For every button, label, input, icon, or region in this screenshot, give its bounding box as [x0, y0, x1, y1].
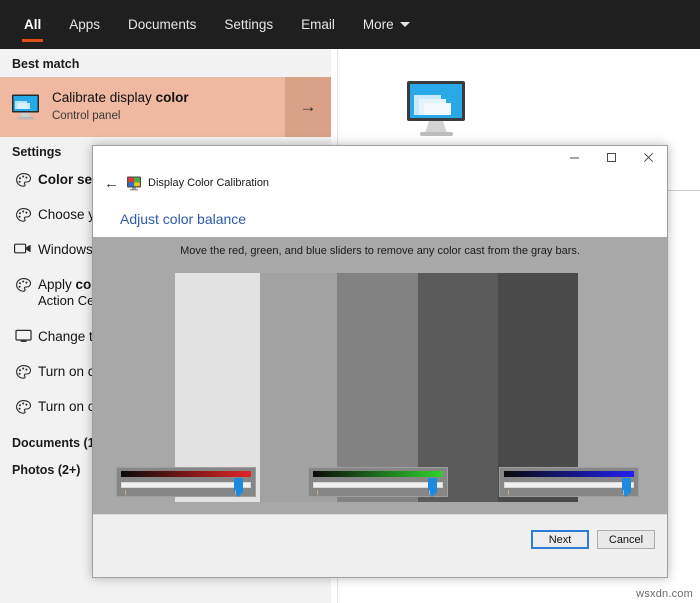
nav-tab-more[interactable]: More: [349, 0, 424, 49]
best-match-open-arrow-button[interactable]: →: [285, 77, 331, 137]
dialog-footer: Next Cancel: [93, 514, 667, 577]
best-match-result[interactable]: Calibrate display color Control panel →: [0, 77, 331, 137]
palette-icon: [8, 270, 38, 294]
watermark: wsxdn.com: [636, 588, 693, 600]
green-gradient-bar: [313, 471, 443, 477]
next-button[interactable]: Next: [531, 530, 589, 549]
nav-tab-email[interactable]: Email: [287, 0, 349, 49]
maximize-icon[interactable]: [593, 146, 630, 169]
result-sublabel: Action Ce: [38, 293, 95, 309]
nav-tab-all[interactable]: All: [10, 0, 55, 49]
display-color-calibration-window: ← Display Color Calibration Adjust color…: [92, 145, 668, 578]
result-label: Color set: [38, 172, 97, 187]
blue-slider[interactable]: [499, 467, 639, 497]
rgb-sliders-group: [93, 467, 667, 503]
monitor-large-icon: [401, 79, 473, 146]
nav-tab-documents[interactable]: Documents: [114, 0, 210, 49]
nav-tab-label: All: [24, 17, 42, 32]
dialog-nav-row: ← Display Color Calibration: [93, 172, 667, 194]
green-slider-track-wrap[interactable]: [313, 478, 443, 497]
palette-icon: [8, 200, 38, 224]
nav-tab-label: Settings: [224, 17, 274, 32]
nav-tab-label: More: [362, 17, 394, 32]
palette-icon: [8, 165, 38, 189]
dialog-heading: Adjust color balance: [120, 211, 247, 227]
dialog-footer-buttons: Next Cancel: [531, 530, 655, 549]
display-settings-icon: [8, 235, 38, 256]
blue-slider-track[interactable]: [504, 482, 634, 488]
palette-icon: [8, 357, 38, 381]
nav-tab-label: Email: [301, 17, 335, 32]
red-slider-track-wrap[interactable]: [121, 478, 251, 497]
dialog-title-text: Display Color Calibration: [148, 177, 270, 189]
result-label: Apply col: [38, 277, 96, 292]
red-slider-track[interactable]: [121, 482, 251, 488]
result-label: Change t: [38, 329, 93, 344]
blue-gradient-bar: [504, 471, 634, 477]
calibration-instruction: Move the red, green, and blue sliders to…: [180, 245, 580, 257]
green-slider-track[interactable]: [313, 482, 443, 488]
close-icon[interactable]: [630, 146, 667, 169]
blue-slider-ticks: [504, 490, 634, 495]
red-gradient-bar: [121, 471, 251, 477]
red-slider[interactable]: [116, 467, 256, 497]
back-arrow-icon[interactable]: ←: [104, 176, 124, 191]
green-slider[interactable]: [308, 467, 448, 497]
nav-tab-label: Documents: [128, 17, 197, 32]
palette-icon: [8, 392, 38, 416]
nav-tab-apps[interactable]: Apps: [55, 0, 114, 49]
blue-slider-track-wrap[interactable]: [504, 478, 634, 497]
best-match-subtitle: Control panel: [52, 110, 121, 123]
monitor-icon: [0, 93, 52, 121]
result-label: Turn on c: [38, 399, 95, 414]
minimize-icon[interactable]: [556, 146, 593, 169]
result-label: Windows: [38, 242, 93, 257]
calibration-stage: Move the red, green, and blue sliders to…: [93, 237, 667, 514]
arrow-right-icon: →: [299, 97, 317, 116]
best-match-heading: Best match: [12, 57, 80, 71]
nav-tab-label: Apps: [69, 17, 101, 32]
monitor-outline-icon: [8, 322, 38, 343]
result-label: Turn on c: [38, 364, 95, 379]
result-label: Choose y: [38, 207, 96, 222]
search-filter-nav: All Apps Documents Settings Email More: [0, 0, 700, 49]
best-match-title: Calibrate display color: [52, 90, 189, 106]
display-calibration-icon: [126, 175, 142, 191]
green-slider-ticks: [313, 490, 443, 495]
chevron-down-icon: [399, 22, 410, 27]
red-slider-ticks: [121, 490, 251, 495]
cancel-button[interactable]: Cancel: [597, 530, 655, 549]
nav-tab-settings[interactable]: Settings: [210, 0, 287, 49]
best-match-text: Calibrate display color Control panel: [52, 90, 285, 123]
